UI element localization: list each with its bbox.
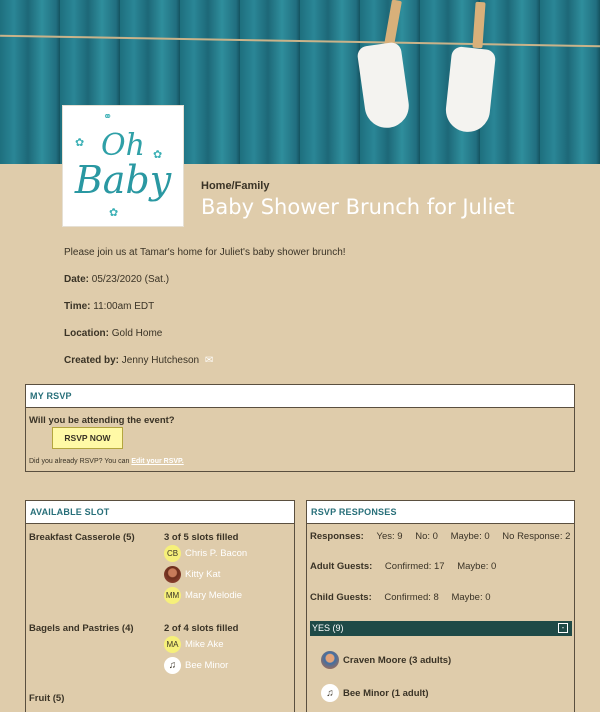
- adult-maybe: Maybe: 0: [457, 561, 497, 572]
- signup-name: Mary Melodie: [185, 590, 243, 601]
- baby-sock-icon: [443, 45, 497, 135]
- date-value: 05/23/2020 (Sat.): [91, 274, 170, 285]
- guest-item: Craven Moore (3 adults): [321, 651, 451, 669]
- event-category: Home/Family: [201, 180, 270, 192]
- location-value: Gold Home: [111, 328, 163, 339]
- slot-signup[interactable]: CB Chris P. Bacon: [164, 545, 247, 562]
- slot-name: Fruit (5): [29, 693, 65, 704]
- no-response-count: No Response: 2: [502, 531, 571, 542]
- flower-icon: ✿: [109, 207, 119, 219]
- signup-name: Mike Ake: [185, 639, 224, 650]
- avatar: MM: [164, 587, 181, 604]
- flower-icon: ✿: [153, 149, 163, 161]
- envelope-icon[interactable]: ✉: [205, 355, 213, 366]
- yes-count: Yes: 9: [376, 531, 403, 542]
- slot-filled-count: 3 of 5 slots filled: [164, 532, 239, 543]
- flower-icon: ✿: [75, 137, 85, 149]
- slot-name: Bagels and Pastries (4): [29, 623, 134, 634]
- child-guests-summary: Child Guests: Confirmed: 8 Maybe: 0: [310, 592, 491, 603]
- guest-name: Craven Moore (3 adults): [343, 654, 452, 666]
- yes-responses-bar[interactable]: YES (9) -: [310, 621, 572, 636]
- baby-sock-icon: [356, 41, 412, 131]
- avatar: CB: [164, 545, 181, 562]
- child-maybe: Maybe: 0: [451, 592, 491, 603]
- no-count: No: 0: [415, 531, 438, 542]
- slot-filled-count: 2 of 4 slots filled: [164, 623, 239, 634]
- music-note-icon: ♫: [164, 657, 181, 674]
- slot-signup[interactable]: ♫ Bee Minor: [164, 657, 228, 674]
- logo-text-oh: Oh: [101, 128, 145, 164]
- available-slots-panel: AVAILABLE SLOT Breakfast Casserole (5) 3…: [25, 500, 295, 712]
- creator-label: Created by:: [64, 355, 120, 366]
- slot-name: Breakfast Casserole (5): [29, 532, 135, 543]
- adult-guests-label: Adult Guests:: [310, 561, 373, 572]
- clothesline: [0, 34, 600, 48]
- my-rsvp-panel: MY RSVP Will you be attending the event?…: [25, 384, 575, 472]
- responses-label: Responses:: [310, 531, 364, 542]
- date-label: Date:: [64, 274, 90, 285]
- signup-name: Bee Minor: [185, 660, 229, 671]
- guest-item: ♫ Bee Minor (1 adult): [321, 684, 429, 702]
- child-guests-label: Child Guests:: [310, 592, 372, 603]
- already-rsvp-text: Did you already RSVP? You can Edit your …: [29, 458, 184, 465]
- adult-guests-summary: Adult Guests: Confirmed: 17 Maybe: 0: [310, 561, 496, 572]
- responses-summary: Responses: Yes: 9 No: 0 Maybe: 0 No Resp…: [310, 531, 570, 542]
- rsvp-responses-header: RSVP RESPONSES: [307, 501, 574, 524]
- slot-signup[interactable]: MM Mary Melodie: [164, 587, 242, 604]
- slot-signup[interactable]: Kitty Kat: [164, 566, 220, 583]
- clothespin-icon: [472, 1, 486, 49]
- time-value: 11:00am EDT: [93, 301, 155, 312]
- edit-rsvp-link[interactable]: Edit your RSVP.: [131, 458, 183, 465]
- child-confirmed: Confirmed: 8: [384, 592, 439, 603]
- event-location: Location: Gold Home: [64, 328, 162, 339]
- location-label: Location:: [64, 328, 109, 339]
- slot-signup[interactable]: MA Mike Ake: [164, 636, 224, 653]
- guest-name: Bee Minor (1 adult): [343, 687, 429, 699]
- yes-bar-label: YES (9): [312, 623, 344, 633]
- available-slots-header: AVAILABLE SLOT: [26, 501, 294, 524]
- avatar: [321, 651, 339, 669]
- music-note-icon: ♫: [321, 684, 339, 702]
- collapse-icon[interactable]: -: [558, 623, 568, 633]
- already-rsvp-label: Did you already RSVP? You can: [29, 458, 130, 465]
- creator-value: Jenny Hutcheson: [121, 355, 200, 366]
- clothespin-icon: [384, 0, 402, 47]
- rsvp-now-button[interactable]: RSVP NOW: [52, 427, 123, 449]
- event-date: Date: 05/23/2020 (Sat.): [64, 274, 169, 285]
- signup-name: Chris P. Bacon: [185, 548, 248, 559]
- time-label: Time:: [64, 301, 91, 312]
- event-time: Time: 11:00am EDT: [64, 301, 154, 312]
- event-creator: Created by: Jenny Hutcheson ✉: [64, 355, 213, 366]
- adult-confirmed: Confirmed: 17: [384, 561, 445, 572]
- avatar: [164, 566, 181, 583]
- maybe-count: Maybe: 0: [450, 531, 490, 542]
- logo-text-baby: Baby: [74, 158, 172, 203]
- rattle-icon: ⚭: [103, 111, 113, 123]
- event-logo: ⚭ ✿ ✿ ✿ Oh Baby: [62, 105, 184, 227]
- event-title: Baby Shower Brunch for Juliet: [201, 195, 515, 219]
- avatar: MA: [164, 636, 181, 653]
- event-description: Please join us at Tamar's home for Julie…: [64, 247, 346, 258]
- attendance-question: Will you be attending the event?: [29, 415, 175, 426]
- signup-name: Kitty Kat: [185, 569, 221, 580]
- rsvp-responses-panel: RSVP RESPONSES Responses: Yes: 9 No: 0 M…: [306, 500, 575, 712]
- my-rsvp-header: MY RSVP: [26, 385, 574, 408]
